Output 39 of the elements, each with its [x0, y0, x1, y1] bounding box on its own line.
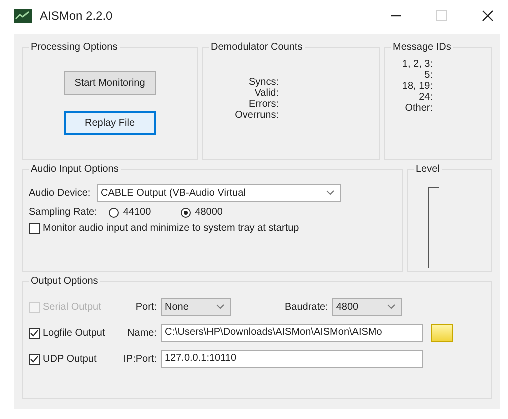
output-checkbox[interactable]: UDP Output	[29, 354, 117, 364]
output-checkbox[interactable]: Logfile Output	[29, 328, 117, 338]
group-title: Processing Options	[30, 42, 119, 53]
window-title: AISMon 2.2.0	[40, 9, 113, 23]
count-label: Syncs:	[248, 77, 279, 88]
message-id-label: Other:	[405, 103, 433, 114]
chevron-icon	[326, 190, 335, 196]
checkmark-icon	[30, 354, 39, 364]
sampling-rate-label: Sampling Rate:	[29, 207, 98, 218]
file-path-field[interactable]: C:\Users\HP\Downloads\AISMon\AISMon\AISMo	[161, 324, 423, 342]
port-label: Port:	[134, 302, 157, 312]
message-id-label: 24:	[419, 92, 433, 103]
group-title: Demodulator Counts	[210, 42, 304, 53]
count-label: Overruns:	[235, 110, 279, 121]
ip-port-field[interactable]: 127.0.0.1:10110	[161, 350, 423, 368]
checkmark-icon	[30, 328, 39, 338]
baudrate-label: Baudrate:	[285, 302, 328, 312]
message-id-label: 18, 19:	[402, 81, 433, 92]
device-dropdown[interactable]: CABLE Output (VB-Audio Virtual	[97, 184, 341, 202]
group-title: Output Options	[30, 276, 100, 287]
name-label: Name:	[126, 328, 157, 338]
chevron-icon	[216, 304, 225, 310]
action-button[interactable]: Replay File	[64, 111, 156, 135]
count-label: Valid:	[254, 88, 279, 99]
count-label: Errors:	[249, 99, 279, 110]
message-id-label: 1, 2, 3:	[402, 59, 433, 70]
action-button[interactable]: Start Monitoring	[64, 71, 156, 95]
group-title: Message IDs	[392, 42, 452, 53]
group-title: Level	[415, 164, 441, 175]
monitor-checkbox[interactable]: Monitor audio input and minimize to system tray at startup	[29, 223, 300, 234]
group-title: Audio Input Options	[30, 164, 120, 175]
device-label: Audio Device:	[29, 188, 91, 198]
chevron-icon	[387, 304, 396, 310]
rate-radio[interactable]: 48000	[181, 207, 223, 218]
close-icon[interactable]	[482, 10, 494, 22]
rate-radio[interactable]: 44100	[109, 207, 152, 218]
app-icon	[14, 9, 32, 23]
message-id-label: 5:	[424, 70, 433, 81]
ip-port-label: IP:Port:	[122, 354, 157, 364]
